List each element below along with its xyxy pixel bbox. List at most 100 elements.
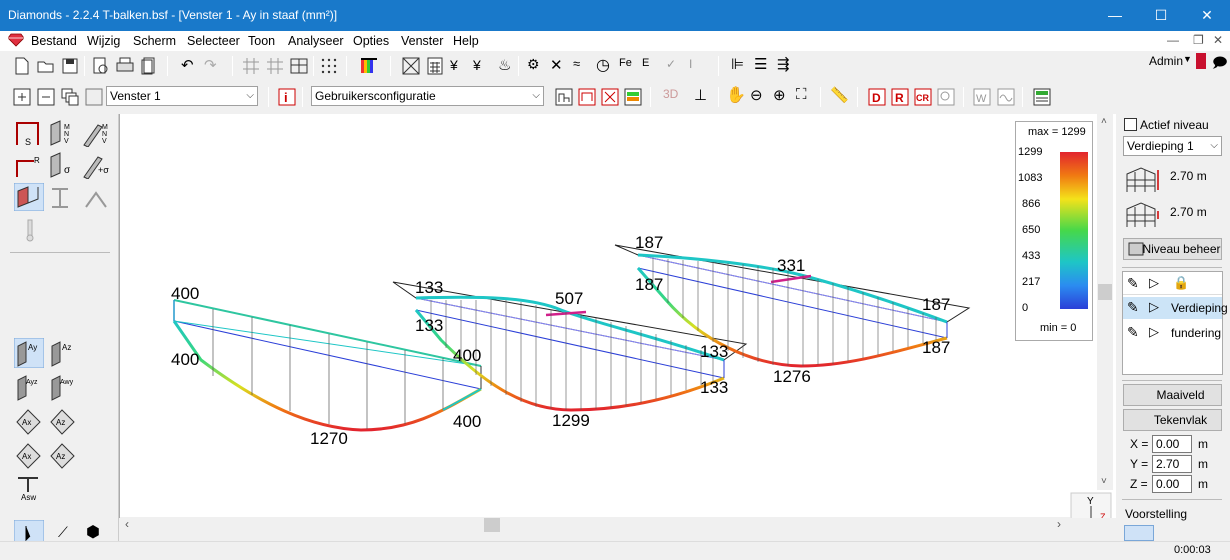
user-name[interactable]: Admin (1149, 54, 1183, 68)
edit-level-icon[interactable]: ✎ (1127, 299, 1139, 316)
minimize-button[interactable]: — (1092, 0, 1138, 31)
level-row[interactable]: ✎ ▷ fundering (1123, 322, 1222, 344)
menu-analyseer[interactable]: Analyseer (288, 34, 344, 48)
ground-level-button[interactable]: Maaiveld (1123, 384, 1222, 406)
mdi-restore-button[interactable]: ❐ (1193, 33, 1204, 47)
reinforcement-active-icon[interactable] (14, 183, 44, 211)
active-level-checkbox[interactable] (1124, 118, 1137, 131)
grid-select-icon[interactable] (242, 57, 260, 75)
menu-selecteer[interactable]: Selecteer (187, 34, 240, 48)
close-button[interactable]: ✕ (1184, 0, 1230, 31)
mdi-minimize-button[interactable]: — (1167, 33, 1179, 47)
zoom-out-icon[interactable]: ⊖ (750, 86, 763, 104)
axes-icon[interactable]: ⊥ (694, 86, 707, 104)
dots-grid-icon[interactable] (320, 57, 338, 75)
window-frame-icon[interactable] (85, 88, 103, 106)
cascade-windows-icon[interactable] (61, 88, 79, 106)
menu-toon[interactable]: Toon (248, 34, 275, 48)
thermometer-icon[interactable] (20, 218, 40, 242)
align-left-icon[interactable]: ⊫ (731, 55, 744, 73)
wave-chart-icon[interactable] (997, 88, 1015, 106)
i-beam-icon[interactable]: I (689, 57, 692, 71)
ax-slab-icon[interactable]: Ax (14, 440, 44, 470)
awy-section-icon[interactable]: Awy (48, 372, 78, 402)
building-offset-icon[interactable] (1125, 199, 1159, 229)
config-frame-icon[interactable] (578, 88, 596, 106)
menu-opties[interactable]: Opties (353, 34, 389, 48)
comment-icon[interactable]: 🗩 (1212, 52, 1228, 76)
frame-forces-icon[interactable]: S (14, 119, 44, 147)
pan-hand-icon[interactable]: ✋ (726, 85, 746, 105)
config-walls-icon[interactable] (601, 88, 619, 106)
reactions-icon[interactable]: R (14, 151, 44, 179)
load-multi-icon[interactable]: ¥ (473, 57, 481, 73)
horizontal-scrollbar[interactable]: ‹ › (120, 517, 1070, 534)
fe-icon[interactable]: Fe (619, 57, 632, 69)
color-scale-icon[interactable] (360, 57, 378, 75)
asw-icon[interactable]: Asw (14, 472, 44, 502)
scroll-right-icon[interactable]: › (1057, 517, 1061, 531)
print-icon[interactable] (116, 57, 134, 75)
settings-icon[interactable]: ⚙ (527, 56, 540, 73)
maximize-button[interactable]: ☐ (1138, 0, 1184, 31)
scroll-down-icon[interactable]: ˅ (1101, 476, 1107, 487)
diamond-app-icon[interactable] (8, 33, 24, 47)
window-select[interactable]: Venster 1 ⌵ (106, 86, 258, 106)
print-preview-icon[interactable] (92, 57, 110, 75)
add-window-icon[interactable] (13, 88, 31, 106)
scroll-up-icon[interactable]: ˄ (1101, 116, 1107, 127)
x-field[interactable]: 0.00 (1152, 435, 1192, 453)
frame-icon[interactable] (402, 57, 420, 75)
menu-wijzig[interactable]: Wijzig (87, 34, 120, 48)
horizontal-scroll-thumb[interactable] (484, 518, 500, 532)
calculator-icon[interactable] (426, 57, 444, 75)
section-forces-mnv-icon[interactable]: MNV (48, 119, 78, 147)
az-slab-2-icon[interactable]: Az (48, 440, 78, 470)
grid-frame-icon[interactable] (290, 57, 308, 75)
configuration-select[interactable]: Gebruikersconfiguratie ⌵ (311, 86, 544, 106)
level-row-selected[interactable]: ✎ ▷ Verdieping (1123, 297, 1228, 319)
pages-icon[interactable] (140, 57, 158, 75)
fe-s-icon[interactable]: E (642, 57, 649, 69)
show-level-icon[interactable]: ▷ (1149, 299, 1159, 315)
fire-icon[interactable]: ♨ (498, 56, 511, 74)
cross-icon[interactable]: ✕ (550, 56, 563, 74)
draw-box-icon[interactable]: ⬢ (86, 522, 100, 542)
vertical-scroll-thumb[interactable] (1098, 284, 1112, 300)
undo-icon[interactable]: ↶ (181, 56, 194, 74)
d-icon[interactable]: D (868, 88, 886, 106)
export-icon[interactable]: ⇶ (777, 55, 790, 73)
open-folder-icon[interactable] (37, 57, 55, 75)
vertical-scrollbar[interactable]: ˄ ˅ (1097, 114, 1113, 490)
search-report-icon[interactable] (937, 88, 955, 106)
ay-section-icon[interactable]: Ay (14, 338, 44, 368)
grid-deselect-icon[interactable] (266, 57, 284, 75)
cr-icon[interactable]: CR (914, 88, 932, 106)
mdi-close-button[interactable]: ✕ (1213, 33, 1223, 47)
r-icon[interactable]: R (891, 88, 909, 106)
draw-line-icon[interactable]: ⟋ (58, 524, 68, 541)
new-file-icon[interactable] (13, 57, 31, 75)
y-field[interactable]: 2.70 (1152, 455, 1192, 473)
ayz-section-icon[interactable]: Ayz (14, 372, 44, 402)
drawing-plane-button[interactable]: Tekenvlak (1123, 409, 1222, 431)
building-height-icon[interactable] (1125, 164, 1159, 194)
menu-bestand[interactable]: Bestand (31, 34, 77, 48)
beam-stress-icon[interactable]: +σ (82, 151, 112, 179)
load-icon[interactable]: ¥ (450, 57, 458, 73)
drawing-canvas[interactable]: 400 400 400 1270 133 133 507 400 133 133… (119, 114, 1119, 534)
connection-icon[interactable] (82, 183, 112, 211)
menu-help[interactable]: Help (453, 34, 479, 48)
list-icon[interactable]: ☰ (754, 55, 767, 73)
edit-level-icon[interactable]: ✎ (1127, 324, 1139, 341)
beam-forces-mnv-icon[interactable]: MNV (82, 119, 112, 147)
menu-venster[interactable]: Venster (401, 34, 443, 48)
info-icon[interactable]: i (278, 88, 296, 106)
check-icon[interactable]: ✓ (666, 57, 676, 71)
show-level-icon[interactable]: ▷ (1149, 324, 1159, 340)
save-icon[interactable] (61, 57, 79, 75)
ruler-icon[interactable]: 📏 (830, 86, 849, 104)
config-buildings-icon[interactable] (555, 88, 573, 106)
z-field[interactable]: 0.00 (1152, 475, 1192, 493)
user-dropdown-icon[interactable]: ▼ (1183, 54, 1192, 64)
